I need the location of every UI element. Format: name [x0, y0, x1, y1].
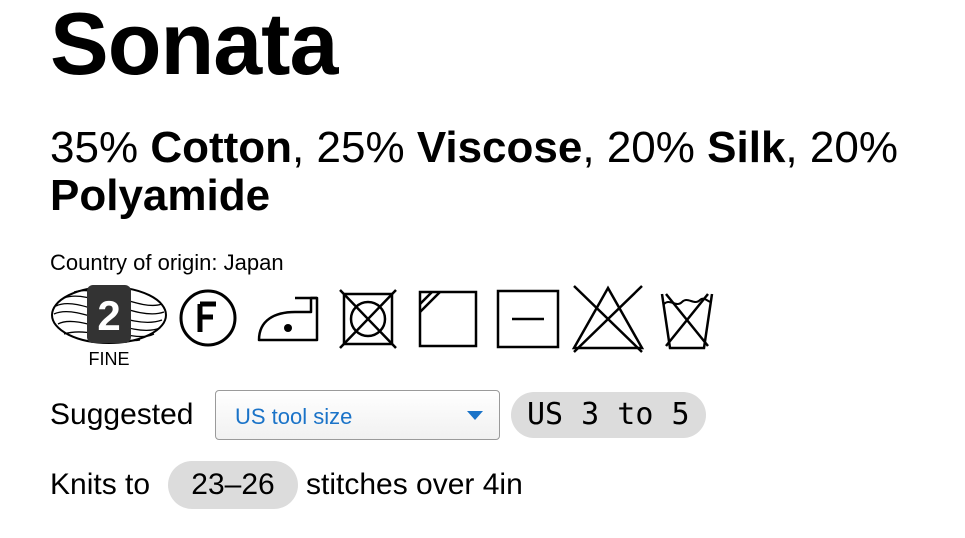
fiber-name: Cotton [150, 123, 293, 172]
tool-size-row: Suggested US tool size US 3 to 5 [50, 388, 750, 442]
gauge-row: Knits to 23–26 stitches over 4in [50, 458, 750, 512]
fiber-percent: 20% [809, 123, 898, 172]
fiber-name: Polyamide [50, 171, 271, 220]
gauge-value: 23–26 [168, 461, 298, 509]
dry-in-shade-icon [416, 288, 480, 355]
yarn-weight-number: 2 [97, 292, 120, 339]
fiber-percent: 20% [606, 123, 695, 172]
fiber-separator: , [292, 123, 305, 172]
tool-size-value: US 3 to 5 [511, 392, 706, 438]
do-not-tumble-dry-icon [338, 288, 398, 355]
gauge-suffix: stitches over 4in [306, 468, 523, 501]
fiber-separator: , [582, 123, 595, 172]
care-symbols: 2 FINE [50, 284, 750, 374]
fiber-name: Silk [707, 123, 786, 172]
suggested-label: Suggested [50, 398, 194, 431]
do-not-wash-icon [658, 288, 716, 357]
dry-clean-f-icon [178, 288, 238, 353]
dry-flat-icon [495, 288, 561, 355]
chevron-down-icon [467, 411, 483, 420]
fiber-content: 35% Cotton, 25% Viscose, 20% Silk, 20% P… [50, 124, 950, 220]
fiber-percent: 35% [50, 123, 139, 172]
do-not-bleach-icon [570, 284, 646, 359]
fiber-name: Viscose [416, 123, 583, 172]
fiber-separator: , [785, 123, 798, 172]
gauge-prefix: Knits to [50, 468, 151, 501]
yarn-weight-fine-icon: 2 [50, 284, 168, 351]
country-of-origin: Country of origin: Japan [50, 250, 284, 275]
tool-size-select[interactable]: US tool size [215, 390, 500, 440]
tool-size-select-value: US tool size [235, 404, 353, 429]
yarn-weight-label: FINE [88, 349, 130, 369]
iron-low-heat-icon [255, 290, 323, 351]
fiber-percent: 25% [316, 123, 405, 172]
product-title: Sonata [50, 0, 338, 93]
